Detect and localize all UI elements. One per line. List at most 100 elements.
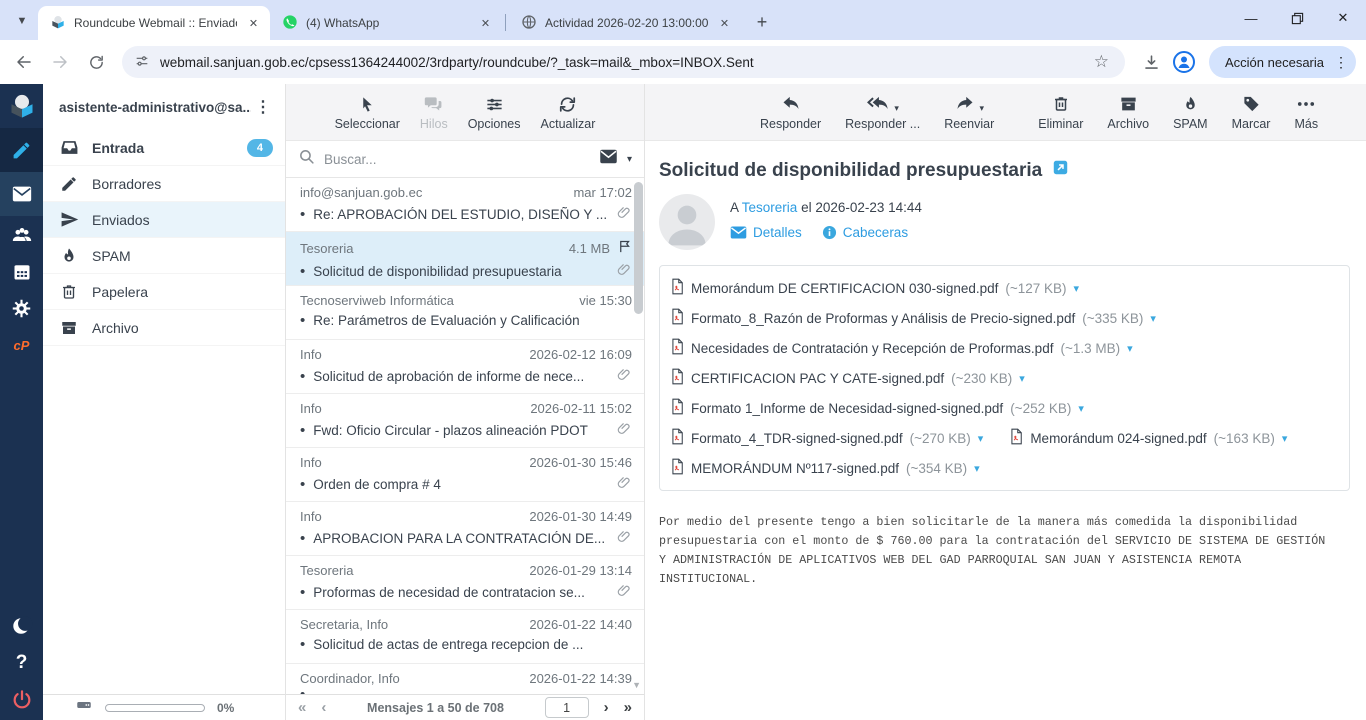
tab-search-chevron-icon[interactable]: ▼: [8, 7, 36, 35]
list-item[interactable]: Info2026-01-30 15:46 •Orden de compra # …: [286, 448, 644, 502]
page-number-input[interactable]: 1: [545, 697, 589, 718]
delete-button[interactable]: Eliminar: [1038, 93, 1083, 131]
caret-down-icon[interactable]: ▾: [894, 103, 899, 114]
list-item[interactable]: Secretaria, Info2026-01-22 14:40 •Solici…: [286, 610, 644, 664]
bookmark-star-icon[interactable]: ☆: [1094, 52, 1113, 72]
folder-item-spam[interactable]: SPAM: [43, 238, 285, 274]
rail-contacts-button[interactable]: [0, 216, 43, 253]
back-button[interactable]: [8, 46, 40, 78]
search-scope-mail-icon[interactable]: [599, 149, 618, 169]
forward-button[interactable]: ▾ Reenviar: [944, 93, 994, 131]
options-button[interactable]: Opciones: [468, 93, 521, 131]
list-item[interactable]: Info2026-01-30 14:49 •APROBACION PARA LA…: [286, 502, 644, 556]
compose-button[interactable]: [0, 128, 43, 172]
caret-down-icon[interactable]: ▾: [978, 432, 984, 445]
tab-close-icon[interactable]: ✕: [477, 15, 494, 32]
list-item[interactable]: Tesoreria2026-01-29 13:14 •Proformas de …: [286, 556, 644, 610]
folder-item-papelera[interactable]: Papelera: [43, 274, 285, 310]
caret-down-icon[interactable]: ▾: [1019, 372, 1025, 385]
list-scrollbar[interactable]: [634, 182, 643, 314]
whatsapp-favicon: [282, 14, 298, 33]
rail-settings-button[interactable]: [0, 290, 43, 327]
first-page-button[interactable]: «: [298, 699, 306, 716]
list-item[interactable]: Info2026-02-11 15:02 •Fwd: Oficio Circul…: [286, 394, 644, 448]
headers-link[interactable]: Cabeceras: [822, 225, 908, 240]
attachment[interactable]: Memorándum DE CERTIFICACION 030-signed.p…: [670, 273, 1105, 303]
select-button[interactable]: Seleccionar: [335, 93, 400, 131]
mark-button[interactable]: Marcar: [1232, 93, 1271, 131]
cpanel-link[interactable]: cP: [0, 327, 43, 364]
prev-page-button[interactable]: ‹: [321, 699, 326, 716]
browser-menu-icon[interactable]: ⋮: [1334, 54, 1348, 71]
account-header[interactable]: asistente-administrativo@sa... ⋮: [43, 84, 285, 130]
cpanel-logo: cP: [14, 338, 30, 353]
threads-button[interactable]: Hilos: [420, 93, 448, 131]
rail-calendar-button[interactable]: [0, 253, 43, 290]
action-needed-button[interactable]: Acción necesaria ⋮: [1209, 46, 1356, 78]
folder-item-borradores[interactable]: Borradores: [43, 166, 285, 202]
list-item[interactable]: info@sanjuan.gob.ecmar 17:02 •Re: APROBA…: [286, 178, 644, 232]
details-link[interactable]: Detalles: [730, 225, 802, 240]
site-settings-icon[interactable]: [134, 53, 150, 72]
search-options-chevron-icon[interactable]: ▾: [627, 154, 632, 165]
scroll-down-icon[interactable]: ▼: [632, 680, 641, 690]
forward-button[interactable]: [44, 46, 76, 78]
tab-close-icon[interactable]: ✕: [245, 15, 262, 32]
dark-mode-button[interactable]: [0, 607, 43, 644]
refresh-button[interactable]: Actualizar: [541, 93, 596, 131]
spam-button[interactable]: SPAM: [1173, 93, 1208, 131]
download-icon[interactable]: [1135, 46, 1167, 78]
rail-mail-button[interactable]: [0, 172, 43, 216]
list-item[interactable]: Tecnoserviweb Informáticavie 15:30 •Re: …: [286, 286, 644, 340]
logout-button[interactable]: [0, 681, 43, 718]
list-item-selected[interactable]: Tesoreria4.1 MB •Solicitud de disponibil…: [286, 232, 644, 286]
message-subject: Orden de compra # 4: [313, 477, 608, 492]
caret-down-icon[interactable]: ▾: [1150, 312, 1156, 325]
reply-button[interactable]: Responder: [760, 93, 821, 131]
browser-toolbar: webmail.sanjuan.gob.ec/cpsess1364244002/…: [0, 40, 1366, 84]
attachment[interactable]: CERTIFICACION PAC Y CATE-signed.pdf(~230…: [670, 363, 1051, 393]
caret-down-icon[interactable]: ▾: [1127, 342, 1133, 355]
attachment[interactable]: MEMORÁNDUM Nº117-signed.pdf(~354 KB)▾: [670, 453, 1006, 483]
caret-down-icon[interactable]: ▾: [1078, 402, 1084, 415]
new-tab-button[interactable]: +: [749, 9, 775, 35]
archive-button[interactable]: Archivo: [1107, 93, 1149, 131]
tab-whatsapp[interactable]: (4) WhatsApp ✕: [270, 6, 502, 40]
tab-close-icon[interactable]: ✕: [716, 15, 733, 32]
folder-item-archivo[interactable]: Archivo: [43, 310, 285, 346]
profile-avatar-icon[interactable]: [1171, 49, 1197, 75]
more-button[interactable]: Más: [1294, 93, 1318, 131]
caret-down-icon[interactable]: ▾: [974, 462, 980, 475]
close-window-button[interactable]: ✕: [1320, 0, 1366, 36]
caret-down-icon[interactable]: ▾: [1282, 432, 1288, 445]
url-text[interactable]: webmail.sanjuan.gob.ec/cpsess1364244002/…: [160, 55, 1084, 70]
folder-item-enviados[interactable]: Enviados: [43, 202, 285, 238]
reply-all-button[interactable]: ▾ Responder ...: [845, 93, 920, 131]
help-button[interactable]: ?: [0, 644, 43, 681]
attachment[interactable]: Formato 1_Informe de Necesidad-signed-si…: [670, 393, 1110, 423]
attachment[interactable]: Formato_4_TDR-signed-signed.pdf(~270 KB)…: [670, 423, 1009, 453]
attachment-name: Formato_4_TDR-signed-signed.pdf: [691, 431, 903, 446]
recipient-link[interactable]: Tesoreria: [742, 200, 798, 215]
last-page-button[interactable]: »: [624, 699, 632, 716]
list-item[interactable]: Coordinador, Info2026-01-22 14:39 •: [286, 664, 644, 694]
reload-button[interactable]: [80, 46, 112, 78]
next-page-button[interactable]: ›: [604, 699, 609, 716]
caret-down-icon[interactable]: ▾: [1074, 282, 1080, 295]
account-menu-icon[interactable]: ⋮: [251, 97, 275, 117]
tab-roundcube[interactable]: Roundcube Webmail :: Enviados ✕: [38, 6, 270, 40]
open-in-new-window-icon[interactable]: [1052, 159, 1069, 182]
paperclip-icon: [616, 529, 632, 548]
search-input[interactable]: [324, 152, 590, 167]
tab-actividad[interactable]: Actividad 2026-02-20 13:00:00 ✕: [509, 6, 741, 40]
flag-icon[interactable]: [617, 239, 632, 257]
attachment[interactable]: Formato_8_Razón de Proformas y Análisis …: [670, 303, 1182, 333]
attachment[interactable]: Necesidades de Contratación y Recepción …: [670, 333, 1159, 363]
attachment[interactable]: Memorándum 024-signed.pdf(~163 KB)▾: [1009, 423, 1313, 453]
restore-button[interactable]: [1274, 0, 1320, 36]
list-item[interactable]: Info2026-02-12 16:09 •Solicitud de aprob…: [286, 340, 644, 394]
url-field[interactable]: webmail.sanjuan.gob.ec/cpsess1364244002/…: [122, 46, 1125, 78]
minimize-button[interactable]: —: [1228, 0, 1274, 36]
caret-down-icon[interactable]: ▾: [979, 103, 984, 114]
folder-item-entrada[interactable]: Entrada 4: [43, 130, 285, 166]
